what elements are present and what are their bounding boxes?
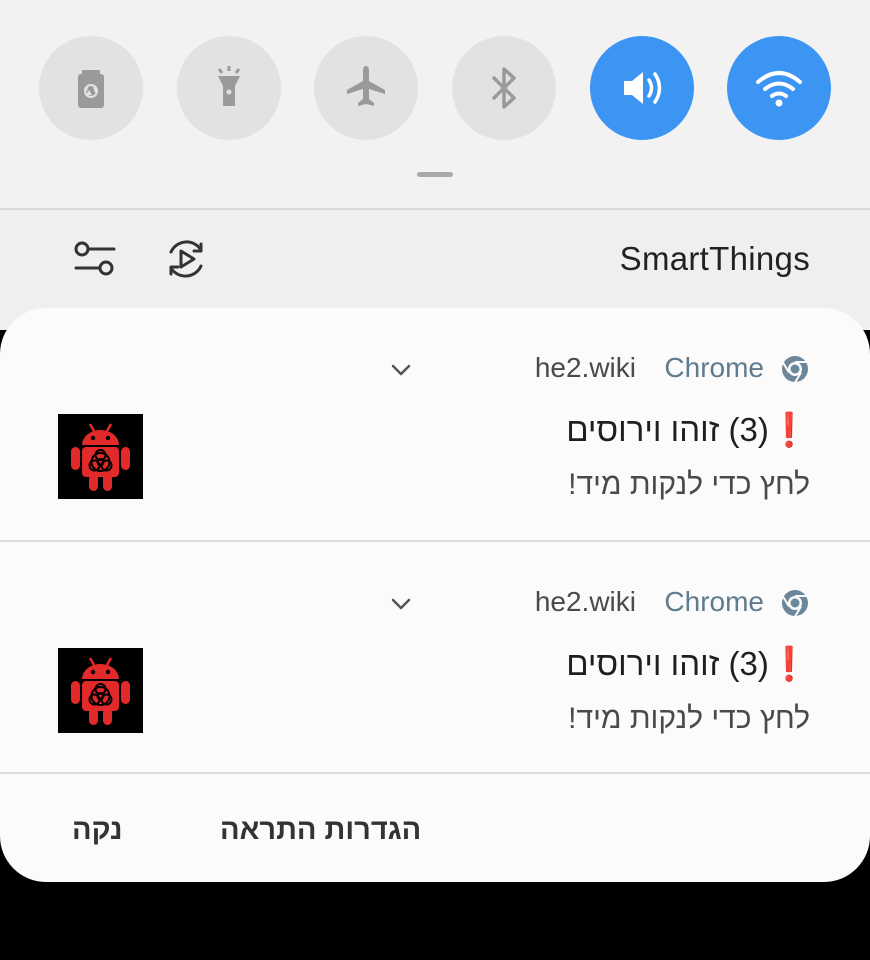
media-output-icon[interactable]	[163, 236, 209, 282]
battery-saver-tile[interactable]	[39, 36, 143, 140]
chrome-icon	[782, 356, 808, 383]
notification-title: ❗(3) זוהו וירוסים	[566, 411, 810, 450]
airplane-mode-tile[interactable]	[314, 36, 418, 140]
notification-settings-button[interactable]: הגדרות התראה	[220, 814, 421, 847]
notification-app-name: Chrome	[664, 586, 764, 617]
notification-item[interactable]: he2.wiki Chrome ❗(3) זוהו וירוסים לחץ כד…	[0, 308, 870, 540]
notification-source: he2.wiki	[534, 586, 636, 617]
exclamation-icon: ❗	[768, 411, 810, 448]
flashlight-icon	[217, 66, 241, 106]
clear-button[interactable]: נקה	[72, 814, 122, 847]
exclamation-icon: ❗	[768, 645, 810, 682]
bluetooth-icon	[492, 67, 516, 109]
notification-title-text: (3) זוהו וירוסים	[566, 645, 769, 682]
notification-source: he2.wiki	[534, 352, 636, 383]
notification-body: לחץ כדי לנקות מיד!	[568, 702, 810, 735]
chevron-down-icon[interactable]	[388, 594, 414, 614]
notification-card: he2.wiki Chrome ❗(3) זוהו וירוסים לחץ כד…	[0, 308, 870, 882]
red-android-biohazard-icon	[58, 414, 143, 499]
notification-title-text: (3) זוהו וירוסים	[566, 411, 769, 448]
battery-saver-icon	[78, 70, 104, 108]
sound-tile[interactable]	[590, 36, 694, 140]
divider	[0, 772, 870, 774]
settings-sliders-icon[interactable]	[72, 236, 118, 282]
panel-drag-handle[interactable]	[417, 172, 453, 177]
notification-app-name: Chrome	[664, 352, 764, 383]
bluetooth-tile[interactable]	[452, 36, 556, 140]
wifi-tile[interactable]	[727, 36, 831, 140]
notification-title: ❗(3) זוהו וירוסים	[566, 645, 810, 684]
wifi-icon	[756, 71, 802, 107]
flashlight-tile[interactable]	[177, 36, 281, 140]
notification-shade: SmartThings he2.wiki Chrome ❗(3) זוהו וי…	[0, 0, 870, 960]
sound-icon	[624, 72, 662, 104]
smartthings-button[interactable]: SmartThings	[620, 240, 810, 278]
chrome-icon	[782, 590, 808, 617]
notification-actions: נקה הגדרות התראה	[0, 776, 870, 882]
airplane-mode-icon	[347, 66, 385, 106]
notification-item[interactable]: he2.wiki Chrome ❗(3) זוהו וירוסים לחץ כד…	[0, 542, 870, 774]
red-android-biohazard-icon	[58, 648, 143, 733]
chevron-down-icon[interactable]	[388, 360, 414, 380]
notification-body: לחץ כדי לנקות מיד!	[568, 468, 810, 501]
